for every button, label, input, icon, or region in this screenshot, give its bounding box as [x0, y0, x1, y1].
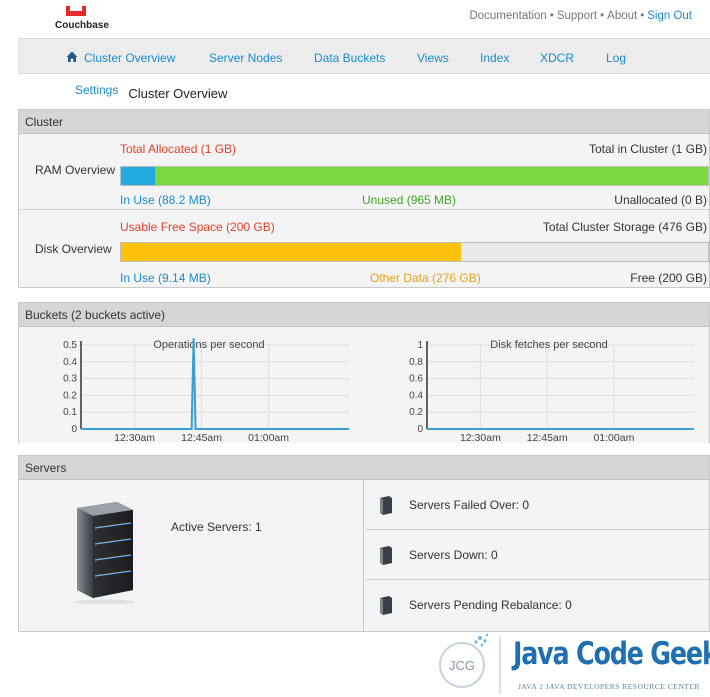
ram-in-use-segment: [121, 167, 155, 185]
nav-xdcr[interactable]: XDCR: [540, 51, 574, 65]
sign-out-link[interactable]: Sign Out: [647, 10, 692, 22]
servers-pending-rebalance-row: Servers Pending Rebalance: 0: [365, 580, 709, 630]
buckets-panel-title: Buckets (2 buckets active): [19, 303, 709, 327]
server-status-list: Servers Failed Over: 0 Servers Down: 0 S…: [365, 480, 709, 631]
logo-text[interactable]: Couchbase: [55, 20, 109, 31]
couchbase-logo-icon[interactable]: [65, 6, 87, 16]
servers-panel: Servers Active Servers: 1 Servers Failed…: [18, 455, 710, 632]
cluster-panel-title: Cluster: [19, 110, 709, 134]
server-icon: [380, 496, 392, 515]
y-tick-label: 0.6: [409, 374, 423, 385]
buckets-panel: Buckets (2 buckets active) 0.5 0.4 0.3 0.2 0…: [18, 302, 710, 444]
y-tick-label: 0: [71, 424, 77, 435]
y-tick-label: 0.3: [63, 374, 77, 385]
server-icon: [380, 596, 392, 615]
ram-overview-label: RAM Overview: [35, 163, 116, 177]
sub-nav: Settings Cluster Overview: [75, 82, 227, 101]
settings-link[interactable]: Settings: [75, 83, 118, 97]
jcg-watermark: JCG Java Code Geeks JAVA 2 JAVA DEVELOPE…: [428, 630, 710, 697]
separator: •: [640, 10, 645, 22]
series-area: [81, 338, 349, 429]
active-servers-count: Active Servers: 1: [171, 520, 262, 534]
nav-log[interactable]: Log: [606, 51, 626, 65]
disk-other-data-segment: [121, 243, 461, 261]
ram-usage-bar: [120, 166, 709, 186]
x-tick-label: 01:00am: [593, 432, 634, 443]
chart-title: Operations per second: [153, 339, 264, 351]
top-bar: Couchbase Documentation • Support • About • Si…: [0, 0, 710, 36]
separator: •: [600, 10, 605, 22]
disk-free-segment: [461, 243, 708, 261]
y-tick-label: 1: [417, 340, 423, 351]
y-tick-label: 0.5: [63, 340, 77, 351]
nav-server-nodes[interactable]: Server Nodes: [209, 51, 282, 65]
server-icon: [380, 546, 392, 565]
about-link[interactable]: About: [607, 10, 637, 22]
ram-total-in-cluster: Total in Cluster (1 GB): [588, 142, 707, 156]
documentation-link[interactable]: Documentation: [469, 10, 546, 22]
main-nav: Cluster Overview Server Nodes Data Bucke…: [18, 38, 710, 74]
bucket-graphs: 0.5 0.4 0.3 0.2 0.1 0 12:30am 12:45am 01:00am Ope…: [19, 327, 709, 444]
server-tower-icon: [75, 502, 135, 604]
servers-down-text: Servers Down: 0: [409, 548, 498, 562]
y-tick-label: 0.2: [63, 390, 77, 401]
breadcrumb-current: Cluster Overview: [128, 86, 228, 101]
nav-views[interactable]: Views: [417, 51, 449, 65]
servers-down-row: Servers Down: 0: [365, 530, 709, 580]
servers-pending-rebalance-text: Servers Pending Rebalance: 0: [409, 598, 572, 612]
disk-overview-label: Disk Overview: [35, 242, 112, 256]
x-tick-label: 12:30am: [460, 432, 501, 443]
active-servers-box: Active Servers: 1: [19, 480, 364, 631]
y-tick-label: 0.8: [409, 357, 423, 368]
top-links: Documentation • Support • About • Sign Out: [469, 10, 692, 22]
jcg-badge-text: JCG: [449, 658, 475, 673]
disk-usable-free-space: Usable Free Space (200 GB): [120, 220, 275, 234]
ram-in-use-legend: In Use (88.2 MB): [120, 193, 211, 207]
ops-chart: 0.5 0.4 0.3 0.2 0.1 0 12:30am 12:45am 01:00am Ope…: [19, 327, 359, 444]
chart-title: Disk fetches per second: [490, 339, 607, 351]
x-tick-label: 12:45am: [527, 432, 568, 443]
jcg-tagline: JAVA 2 JAVA DEVELOPERS RESOURCE CENTER: [518, 682, 701, 691]
ops-per-second-chart: 0.5 0.4 0.3 0.2 0.1 0 12:30am 12:45am 01:00am Ope…: [63, 338, 349, 444]
nav-cluster-overview[interactable]: Cluster Overview: [84, 51, 175, 65]
ram-unused-legend: Unused (965 MB): [362, 193, 457, 207]
disk-fetches-chart: 1 0.8 0.6 0.4 0.2 0 12:30am 12:45am 01:00am Disk …: [364, 327, 709, 444]
y-tick-label: 0: [417, 424, 423, 435]
y-tick-label: 0.4: [409, 390, 423, 401]
disk-total-storage: Total Cluster Storage (476 GB): [542, 220, 707, 234]
ram-unused-segment: [155, 167, 708, 185]
ram-overview: RAM Overview Total Allocated (1 GB) Tota…: [19, 134, 709, 210]
disk-in-use-legend: In Use (9.14 MB): [120, 271, 211, 285]
separator: •: [549, 10, 554, 22]
disk-usage-bar: [120, 242, 709, 262]
support-link[interactable]: Support: [557, 10, 597, 22]
series-line: [81, 338, 349, 430]
y-tick-label: 0.4: [63, 357, 77, 368]
disk-other-data-legend: Other Data (276 GB): [370, 271, 481, 285]
home-icon[interactable]: [66, 51, 78, 63]
nav-data-buckets[interactable]: Data Buckets: [314, 51, 385, 65]
ram-unallocated-legend: Unallocated (0 B): [614, 193, 707, 207]
jcg-badge-icon: JCG: [439, 633, 501, 694]
x-tick-label: 12:45am: [181, 432, 222, 443]
y-tick-label: 0.2: [409, 407, 423, 418]
x-tick-label: 12:30am: [114, 432, 155, 443]
x-tick-label: 01:00am: [248, 432, 289, 443]
servers-failed-over-row: Servers Failed Over: 0: [365, 480, 709, 530]
disk-free-legend: Free (200 GB): [630, 271, 707, 285]
ram-total-allocated: Total Allocated (1 GB): [120, 142, 237, 156]
nav-index[interactable]: Index: [480, 51, 509, 65]
y-tick-label: 0.1: [63, 407, 77, 418]
servers-panel-title: Servers: [19, 456, 709, 480]
disk-fetches-per-second-chart: 1 0.8 0.6 0.4 0.2 0 12:30am 12:45am 01:00am Disk …: [409, 339, 694, 444]
disk-overview: Disk Overview Usable Free Space (200 GB)…: [19, 211, 709, 287]
cluster-panel: Cluster RAM Overview Total Allocated (1 …: [18, 109, 710, 288]
jcg-brand-name: Java Code Geeks: [513, 636, 710, 672]
servers-failed-over-text: Servers Failed Over: 0: [409, 498, 530, 512]
